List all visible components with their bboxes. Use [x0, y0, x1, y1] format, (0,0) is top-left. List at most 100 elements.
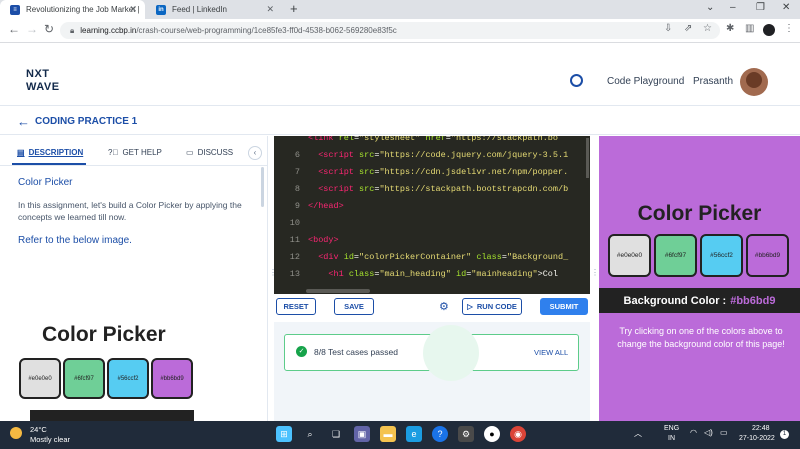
browser-tab-linkedin[interactable]: in Feed | LinkedIn ✕: [146, 0, 282, 19]
site-header: [0, 44, 800, 106]
preview-title: Color Picker: [637, 202, 762, 225]
preview-instructions: Try clicking on one of the colors above …: [617, 326, 785, 349]
view-all-link[interactable]: VIEW ALL: [534, 348, 568, 357]
language-indicator[interactable]: ENG: [664, 425, 679, 432]
url-path: /crash-course/web-programming/1ce85fe3-f…: [136, 26, 397, 35]
task-view-icon[interactable]: ❏: [328, 426, 344, 442]
color-swatch-button[interactable]: #e0e0e0: [608, 234, 651, 277]
back-arrow-icon[interactable]: ←: [17, 114, 30, 129]
edge-icon[interactable]: e: [406, 426, 422, 442]
logo-line2[interactable]: WAVE: [26, 81, 60, 93]
linkedin-favicon-icon: in: [156, 4, 166, 15]
tab-label: DISCUSS: [197, 148, 234, 157]
collapse-panel-button[interactable]: ‹: [248, 146, 262, 160]
minimize-icon[interactable]: –: [730, 2, 736, 13]
language-region[interactable]: IN: [668, 435, 675, 442]
submit-button[interactable]: SUBMIT: [540, 298, 588, 315]
back-icon[interactable]: ←: [8, 22, 20, 36]
tab-label: GET HELP: [122, 148, 162, 157]
maximize-icon[interactable]: ❐: [756, 2, 765, 13]
new-tab-button[interactable]: +: [290, 1, 298, 16]
run-code-label: RUN CODE: [476, 302, 517, 311]
notification-icon[interactable]: 1: [780, 430, 789, 439]
menu-icon[interactable]: ⋮: [784, 23, 794, 34]
search-icon[interactable]: ⌕: [302, 426, 318, 442]
panel-scrollbar[interactable]: [261, 167, 264, 207]
taskbar: [0, 421, 800, 449]
tab-search-icon[interactable]: ⌄: [706, 2, 714, 13]
reference-bg-bar: [30, 410, 194, 421]
background-color-bar: Background Color : #bb6bd9: [599, 288, 800, 313]
help-icon: ?⃝: [108, 148, 119, 157]
weather-desc[interactable]: Mostly clear: [30, 435, 70, 444]
code-playground-icon[interactable]: [570, 74, 583, 87]
volume-icon[interactable]: ◁): [704, 428, 713, 437]
tab-discuss[interactable]: ▭ DISCUSS: [186, 148, 233, 157]
tab-get-help[interactable]: ?⃝ GET HELP: [108, 148, 162, 157]
settings-app-icon[interactable]: ⚙: [458, 426, 474, 442]
close-tab-icon[interactable]: ✕: [266, 4, 274, 15]
reference-swatch: #56ccf2: [107, 358, 149, 399]
file-explorer-icon[interactable]: ▬: [380, 426, 396, 442]
color-swatch-button[interactable]: #56ccf2: [700, 234, 743, 277]
chrome-icon[interactable]: ◉: [510, 426, 526, 442]
assignment-body: In this assignment, let's build a Color …: [18, 200, 242, 222]
reset-button[interactable]: RESET: [276, 298, 316, 315]
install-icon[interactable]: ⇩: [664, 23, 672, 34]
run-code-button[interactable]: ▷ RUN CODE: [462, 298, 522, 315]
weather-temp[interactable]: 24°C: [30, 425, 47, 434]
wifi-icon[interactable]: ◠: [690, 428, 697, 437]
resize-handle-icon[interactable]: ⋮: [591, 268, 599, 277]
lock-icon: 🔒︎: [70, 25, 75, 35]
reload-icon[interactable]: ↻: [44, 22, 54, 36]
code-line[interactable]: <link rel="stylesheet" href="https://sta…: [308, 136, 558, 143]
editor-horizontal-scrollbar[interactable]: [306, 289, 370, 293]
weather-moon-icon[interactable]: [10, 427, 22, 439]
reference-swatch: #bb6bd9: [151, 358, 193, 399]
battery-icon[interactable]: ▭: [720, 428, 728, 437]
code-line[interactable]: <body>: [308, 235, 339, 245]
user-name[interactable]: Prasanth: [693, 76, 733, 87]
clock-date[interactable]: 27-10-2022: [739, 435, 775, 442]
line-number: 12: [289, 252, 300, 262]
side-panel-icon[interactable]: ▥: [745, 23, 754, 34]
code-line[interactable]: <script src="https://code.jquery.com/jqu…: [308, 150, 568, 160]
tab-label: DESCRIPTION: [28, 148, 84, 157]
windows-start-icon[interactable]: ⊞: [276, 426, 292, 442]
window-close-icon[interactable]: ✕: [782, 2, 790, 13]
user-avatar[interactable]: [740, 68, 768, 96]
profile-avatar[interactable]: [763, 24, 775, 36]
code-line[interactable]: <script src="https://cdn.jsdelivr.net/np…: [308, 167, 568, 177]
teams-chat-icon[interactable]: ▣: [354, 426, 370, 442]
bookmark-star-icon[interactable]: ☆: [703, 23, 712, 34]
code-playground-link[interactable]: Code Playground: [607, 76, 684, 87]
url-field[interactable]: 🔒︎ learning.ccbp.in/crash-course/web-pro…: [60, 22, 720, 39]
settings-gear-icon[interactable]: ⚙: [439, 300, 449, 313]
code-editor[interactable]: <link rel="stylesheet" href="https://sta…: [274, 136, 590, 294]
code-line[interactable]: <h1 class="main_heading" id="mainheading…: [308, 269, 558, 279]
tab-title: Revolutionizing the Job Market |: [26, 5, 140, 14]
code-line[interactable]: <div id="colorPickerContainer" class="Ba…: [308, 252, 568, 262]
line-number: 11: [289, 235, 300, 245]
color-swatch-button[interactable]: #6fcf97: [654, 234, 697, 277]
tab-description[interactable]: ▤ DESCRIPTION: [17, 148, 83, 157]
browser-tab-active[interactable]: ≡ Revolutionizing the Job Market | ✕: [0, 0, 145, 19]
tray-chevron-icon[interactable]: ︿: [634, 428, 642, 439]
forward-icon[interactable]: →: [26, 22, 38, 36]
code-line[interactable]: <script src="https://stackpath.bootstrap…: [308, 184, 568, 194]
share-icon[interactable]: ⇗: [684, 23, 692, 34]
editor-vertical-scrollbar[interactable]: [586, 138, 589, 178]
github-icon[interactable]: ●: [484, 426, 500, 442]
discuss-icon: ▭: [186, 148, 194, 157]
url-host: learning.ccbp.in: [80, 26, 137, 35]
logo-line1[interactable]: NXT: [26, 68, 50, 80]
line-number: 13: [289, 269, 300, 279]
reference-swatch: #e0e0e0: [19, 358, 61, 399]
close-tab-icon[interactable]: ✕: [129, 4, 137, 15]
extensions-icon[interactable]: ✱: [726, 23, 734, 34]
color-swatch-button[interactable]: #bb6bd9: [746, 234, 789, 277]
help-app-icon[interactable]: ?: [432, 426, 448, 442]
clock-time[interactable]: 22:48: [752, 425, 770, 432]
code-line[interactable]: </head>: [308, 201, 344, 211]
save-button[interactable]: SAVE: [334, 298, 374, 315]
